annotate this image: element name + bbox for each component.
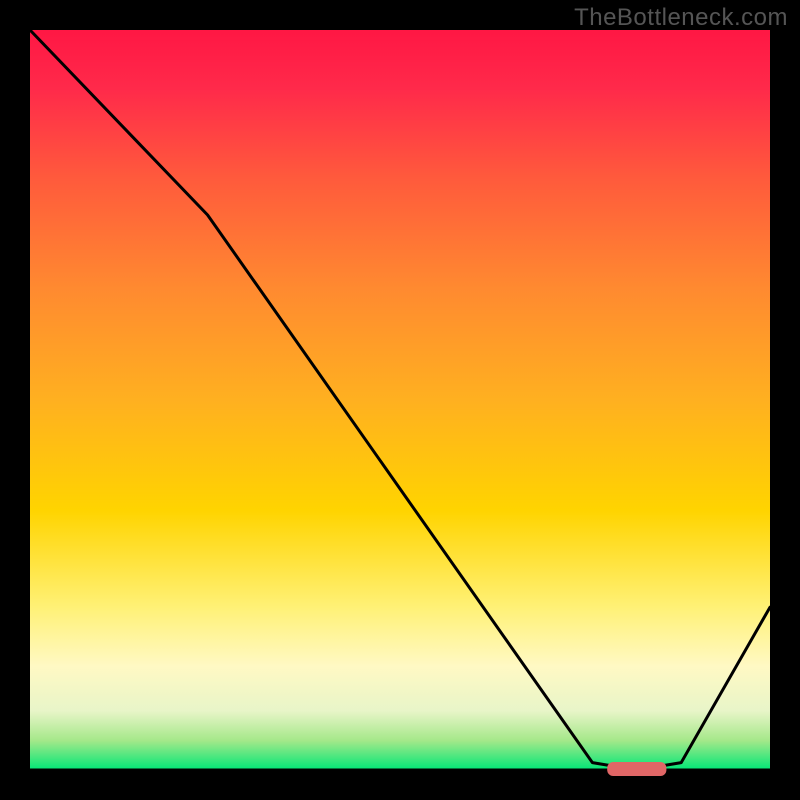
bottleneck-chart [0, 0, 800, 800]
watermark-text: TheBottleneck.com [574, 4, 788, 32]
plot-background [30, 30, 770, 770]
chart-container: TheBottleneck.com [0, 0, 800, 800]
optimal-range-marker [607, 762, 666, 776]
